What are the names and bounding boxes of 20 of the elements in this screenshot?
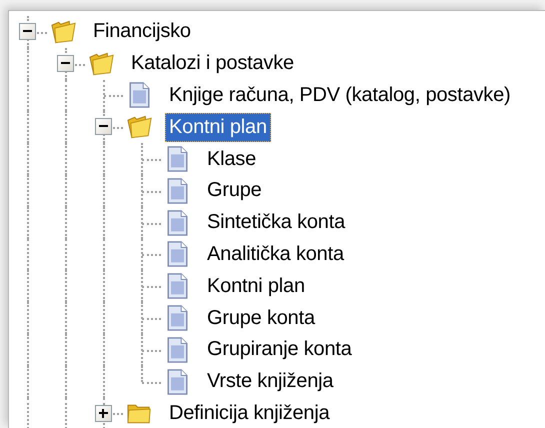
tree-item[interactable]: Knjige računa, PDV (katalog, postavke) [165,80,514,110]
tree-item[interactable]: Grupiranje konta [203,335,356,364]
tree-item[interactable]: Financijsko [89,17,195,46]
open-folder-icon [126,114,153,140]
open-folder-icon [50,18,77,45]
collapse-button[interactable] [57,54,74,72]
tree-item[interactable]: Vrste knjiženja [203,367,338,396]
tree-item[interactable]: Definicija knjiženja [165,398,334,428]
open-folder-icon [88,50,115,77]
tree-item[interactable]: Katalozi i postavke [127,49,298,78]
collapse-button[interactable] [19,23,36,40]
expand-button[interactable] [95,404,112,422]
tree-item[interactable]: Klase [203,144,260,174]
collapse-button[interactable] [95,118,112,136]
tree-item[interactable]: Kontni plan [165,112,271,142]
tree-item[interactable]: Analitička konta [203,240,348,269]
tree-item[interactable]: Kontni plan [203,272,309,301]
tree-item[interactable]: Sintetička konta [203,208,349,238]
tree-item[interactable]: Grupe konta [203,304,319,333]
tree-item[interactable]: Grupe [203,176,266,206]
